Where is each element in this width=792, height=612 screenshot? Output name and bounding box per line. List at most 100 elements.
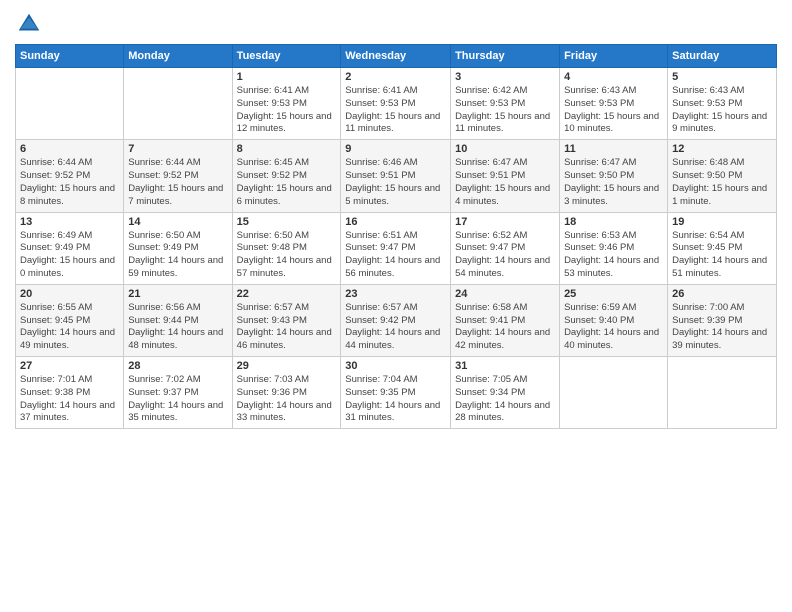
day-number: 21 <box>128 288 227 300</box>
calendar-cell <box>668 357 777 429</box>
day-number: 10 <box>455 143 555 155</box>
calendar-cell: 13 Sunrise: 6:49 AMSunset: 9:49 PMDayligh… <box>16 212 124 284</box>
day-info: Sunrise: 6:51 AMSunset: 9:47 PMDaylight:… <box>345 230 446 281</box>
calendar-cell: 12Sunrise: 6:48 AMSunset: 9:50 PMDayligh… <box>668 140 777 212</box>
calendar-cell: 29 Sunrise: 7:03 AMSunset: 9:36 PMDayligh… <box>232 357 341 429</box>
calendar-cell: 15Sunrise: 6:50 AMSunset: 9:48 PMDayligh… <box>232 212 341 284</box>
calendar-table: SundayMondayTuesdayWednesdayThursdayFrid… <box>15 44 777 429</box>
calendar-cell: 22 Sunrise: 6:57 AMSunset: 9:43 PMDayligh… <box>232 284 341 356</box>
calendar-cell: 23 Sunrise: 6:57 AMSunset: 9:42 PMDayligh… <box>341 284 451 356</box>
day-number: 14 <box>128 216 227 228</box>
calendar-cell: 28 Sunrise: 7:02 AMSunset: 9:37 PMDayligh… <box>124 357 232 429</box>
day-info: Sunrise: 7:01 AMSunset: 9:38 PMDaylight:… <box>20 374 119 425</box>
day-info: Sunrise: 6:57 AMSunset: 9:43 PMDaylight:… <box>237 302 337 353</box>
day-info: Sunrise: 6:52 AMSunset: 9:47 PMDaylight:… <box>455 230 555 281</box>
page: SundayMondayTuesdayWednesdayThursdayFrid… <box>0 0 792 612</box>
day-number: 28 <box>128 360 227 372</box>
day-number: 30 <box>345 360 446 372</box>
day-info: Sunrise: 6:44 AMSunset: 9:52 PMDaylight:… <box>128 157 227 208</box>
day-info: Sunrise: 6:49 AMSunset: 9:49 PMDaylight:… <box>20 230 119 281</box>
calendar-cell: 21 Sunrise: 6:56 AMSunset: 9:44 PMDayligh… <box>124 284 232 356</box>
calendar-cell: 16 Sunrise: 6:51 AMSunset: 9:47 PMDayligh… <box>341 212 451 284</box>
day-number: 18 <box>564 216 663 228</box>
day-info: Sunrise: 7:05 AMSunset: 9:34 PMDaylight:… <box>455 374 555 425</box>
calendar-cell: 5 Sunrise: 6:43 AMSunset: 9:53 PMDaylight… <box>668 68 777 140</box>
day-number: 25 <box>564 288 663 300</box>
calendar-cell: 10 Sunrise: 6:47 AMSunset: 9:51 PMDayligh… <box>451 140 560 212</box>
day-number: 24 <box>455 288 555 300</box>
day-number: 23 <box>345 288 446 300</box>
day-info: Sunrise: 6:43 AMSunset: 9:53 PMDaylight:… <box>672 85 772 136</box>
calendar-cell: 19Sunrise: 6:54 AMSunset: 9:45 PMDayligh… <box>668 212 777 284</box>
day-info: Sunrise: 6:44 AMSunset: 9:52 PMDaylight:… <box>20 157 119 208</box>
calendar-cell: 9 Sunrise: 6:46 AMSunset: 9:51 PMDaylight… <box>341 140 451 212</box>
day-number: 1 <box>237 71 337 83</box>
day-info: Sunrise: 6:47 AMSunset: 9:50 PMDaylight:… <box>564 157 663 208</box>
day-info: Sunrise: 6:56 AMSunset: 9:44 PMDaylight:… <box>128 302 227 353</box>
calendar-cell: 31 Sunrise: 7:05 AMSunset: 9:34 PMDayligh… <box>451 357 560 429</box>
day-number: 8 <box>237 143 337 155</box>
day-number: 4 <box>564 71 663 83</box>
calendar-cell: 30 Sunrise: 7:04 AMSunset: 9:35 PMDayligh… <box>341 357 451 429</box>
day-info: Sunrise: 6:50 AMSunset: 9:49 PMDaylight:… <box>128 230 227 281</box>
calendar-cell: 18 Sunrise: 6:53 AMSunset: 9:46 PMDayligh… <box>560 212 668 284</box>
day-info: Sunrise: 6:57 AMSunset: 9:42 PMDaylight:… <box>345 302 446 353</box>
day-number: 22 <box>237 288 337 300</box>
day-number: 2 <box>345 71 446 83</box>
day-number: 9 <box>345 143 446 155</box>
day-info: Sunrise: 6:41 AMSunset: 9:53 PMDaylight:… <box>237 85 337 136</box>
day-number: 11 <box>564 143 663 155</box>
day-info: Sunrise: 7:02 AMSunset: 9:37 PMDaylight:… <box>128 374 227 425</box>
day-number: 3 <box>455 71 555 83</box>
weekday-header-saturday: Saturday <box>668 45 777 68</box>
calendar-cell: 14 Sunrise: 6:50 AMSunset: 9:49 PMDayligh… <box>124 212 232 284</box>
day-info: Sunrise: 6:47 AMSunset: 9:51 PMDaylight:… <box>455 157 555 208</box>
week-row-5: 27Sunrise: 7:01 AMSunset: 9:38 PMDayligh… <box>16 357 777 429</box>
calendar-cell: 1 Sunrise: 6:41 AMSunset: 9:53 PMDaylight… <box>232 68 341 140</box>
calendar-cell: 24 Sunrise: 6:58 AMSunset: 9:41 PMDayligh… <box>451 284 560 356</box>
header <box>15 10 777 38</box>
calendar-cell: 26 Sunrise: 7:00 AMSunset: 9:39 PMDayligh… <box>668 284 777 356</box>
calendar-cell: 25 Sunrise: 6:59 AMSunset: 9:40 PMDayligh… <box>560 284 668 356</box>
day-info: Sunrise: 6:59 AMSunset: 9:40 PMDaylight:… <box>564 302 663 353</box>
calendar-cell: 2 Sunrise: 6:41 AMSunset: 9:53 PMDaylight… <box>341 68 451 140</box>
weekday-header-row: SundayMondayTuesdayWednesdayThursdayFrid… <box>16 45 777 68</box>
day-info: Sunrise: 6:55 AMSunset: 9:45 PMDaylight:… <box>20 302 119 353</box>
day-info: Sunrise: 6:53 AMSunset: 9:46 PMDaylight:… <box>564 230 663 281</box>
day-number: 6 <box>20 143 119 155</box>
calendar-cell <box>124 68 232 140</box>
day-number: 31 <box>455 360 555 372</box>
calendar-cell: 11 Sunrise: 6:47 AMSunset: 9:50 PMDayligh… <box>560 140 668 212</box>
day-info: Sunrise: 6:58 AMSunset: 9:41 PMDaylight:… <box>455 302 555 353</box>
day-info: Sunrise: 7:04 AMSunset: 9:35 PMDaylight:… <box>345 374 446 425</box>
day-info: Sunrise: 6:50 AMSunset: 9:48 PMDaylight:… <box>237 230 337 281</box>
calendar-cell: 20 Sunrise: 6:55 AMSunset: 9:45 PMDayligh… <box>16 284 124 356</box>
day-info: Sunrise: 7:03 AMSunset: 9:36 PMDaylight:… <box>237 374 337 425</box>
calendar-cell: 6 Sunrise: 6:44 AMSunset: 9:52 PMDaylight… <box>16 140 124 212</box>
calendar-cell <box>560 357 668 429</box>
day-number: 29 <box>237 360 337 372</box>
weekday-header-monday: Monday <box>124 45 232 68</box>
week-row-2: 6 Sunrise: 6:44 AMSunset: 9:52 PMDaylight… <box>16 140 777 212</box>
day-info: Sunrise: 6:41 AMSunset: 9:53 PMDaylight:… <box>345 85 446 136</box>
weekday-header-tuesday: Tuesday <box>232 45 341 68</box>
day-number: 16 <box>345 216 446 228</box>
calendar-cell: 17Sunrise: 6:52 AMSunset: 9:47 PMDayligh… <box>451 212 560 284</box>
day-number: 5 <box>672 71 772 83</box>
day-info: Sunrise: 7:00 AMSunset: 9:39 PMDaylight:… <box>672 302 772 353</box>
day-number: 12 <box>672 143 772 155</box>
calendar-cell: 4 Sunrise: 6:43 AMSunset: 9:53 PMDaylight… <box>560 68 668 140</box>
day-info: Sunrise: 6:45 AMSunset: 9:52 PMDaylight:… <box>237 157 337 208</box>
day-number: 13 <box>20 216 119 228</box>
weekday-header-thursday: Thursday <box>451 45 560 68</box>
day-number: 26 <box>672 288 772 300</box>
day-info: Sunrise: 6:54 AMSunset: 9:45 PMDaylight:… <box>672 230 772 281</box>
calendar-cell: 27Sunrise: 7:01 AMSunset: 9:38 PMDayligh… <box>16 357 124 429</box>
logo <box>15 10 47 38</box>
calendar-cell: 7Sunrise: 6:44 AMSunset: 9:52 PMDaylight… <box>124 140 232 212</box>
day-number: 20 <box>20 288 119 300</box>
calendar-cell <box>16 68 124 140</box>
day-info: Sunrise: 6:43 AMSunset: 9:53 PMDaylight:… <box>564 85 663 136</box>
weekday-header-wednesday: Wednesday <box>341 45 451 68</box>
day-info: Sunrise: 6:46 AMSunset: 9:51 PMDaylight:… <box>345 157 446 208</box>
